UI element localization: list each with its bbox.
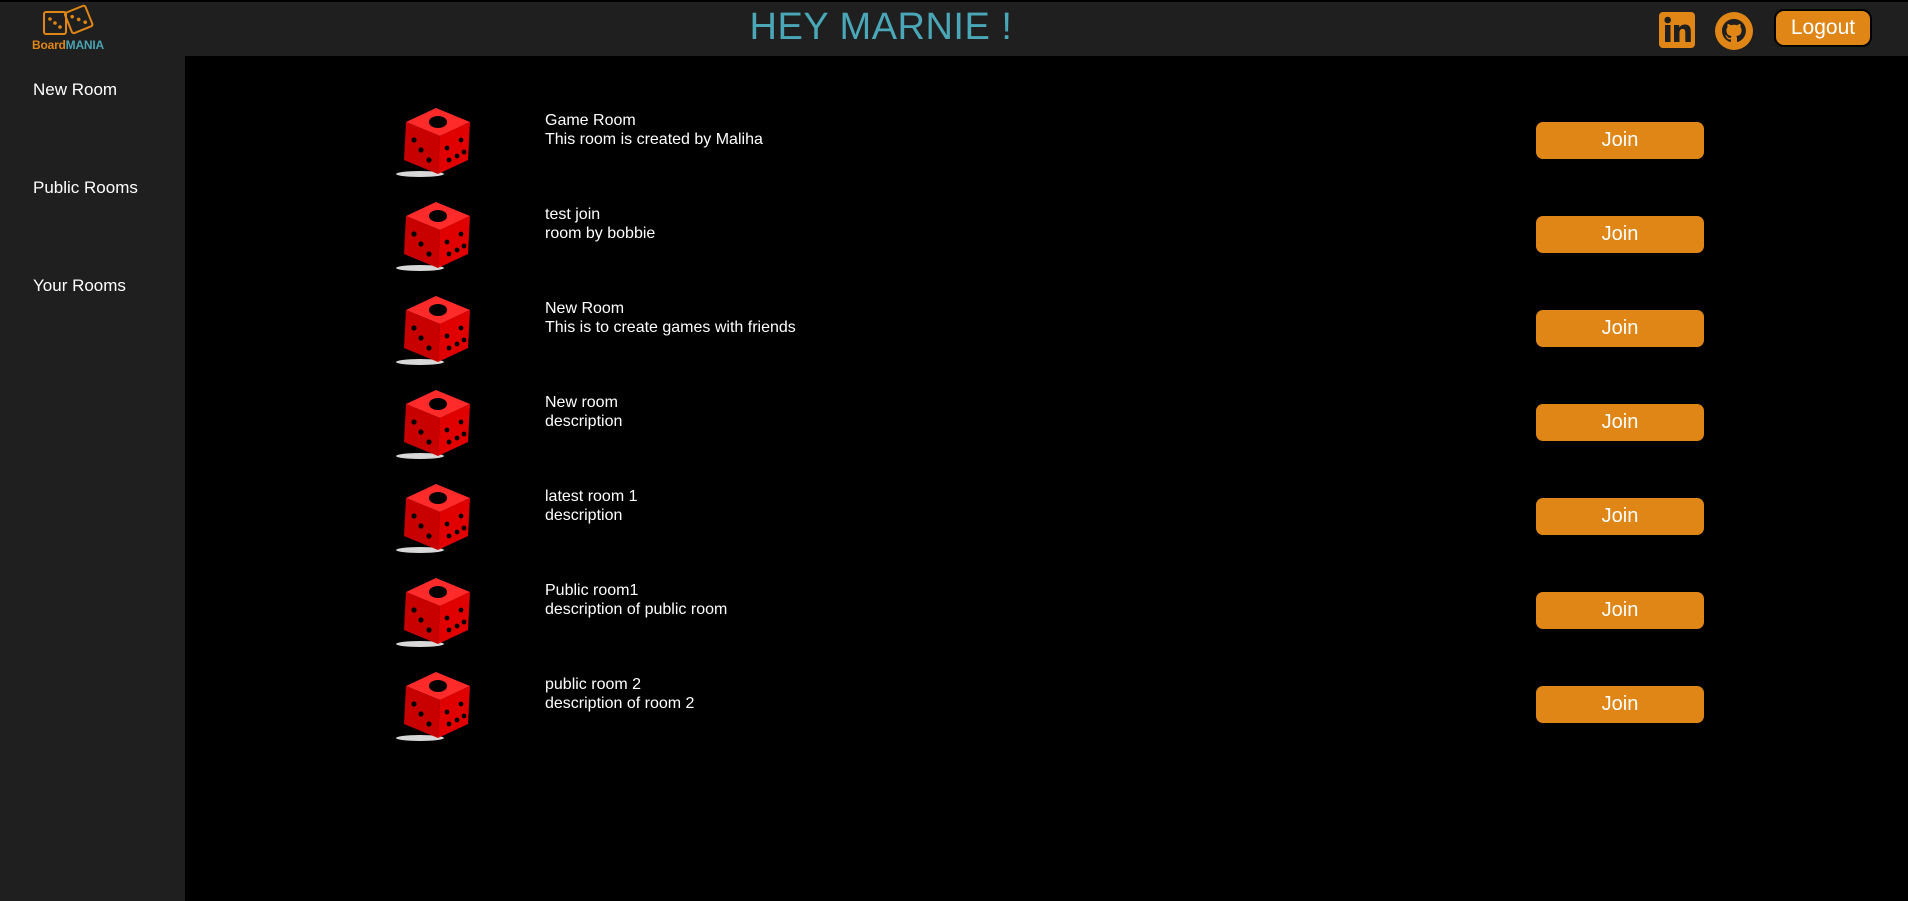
room-description: This is to create games with friends (545, 319, 796, 336)
linkedin-link[interactable] (1658, 11, 1696, 54)
room-description: description of public room (545, 601, 728, 618)
github-link[interactable] (1714, 11, 1754, 56)
room-list-item: New Room This is to create games with fr… (390, 288, 1710, 368)
join-button[interactable]: Join (1536, 122, 1704, 159)
room-list-item: latest room 1 description Join (390, 476, 1710, 556)
room-description: room by bobbie (545, 225, 656, 242)
top-navbar: BoardMANIA HEY MARNIE ! Logout (0, 0, 1908, 56)
room-name: public room 2 (545, 676, 642, 693)
dice-icon (396, 202, 470, 271)
linkedin-icon (1659, 12, 1695, 48)
room-description: description (545, 413, 623, 430)
room-description: description of room 2 (545, 695, 695, 712)
github-icon (1715, 12, 1753, 50)
dice-icon (396, 578, 470, 647)
room-description: This room is created by Maliha (545, 131, 763, 148)
join-button[interactable]: Join (1536, 592, 1704, 629)
greeting-title: HEY MARNIE ! (749, 6, 1013, 48)
room-name: New room (545, 394, 618, 411)
room-name: Public room1 (545, 582, 639, 599)
sidebar-item-new-room[interactable]: New Room (33, 80, 117, 100)
room-list-item: New room description Join (390, 382, 1710, 462)
sidebar-item-your-rooms[interactable]: Your Rooms (33, 276, 126, 296)
room-list-item: test join room by bobbie Join (390, 194, 1710, 274)
sidebar-item-public-rooms[interactable]: Public Rooms (33, 178, 138, 198)
room-name: latest room 1 (545, 488, 638, 505)
logout-button[interactable]: Logout (1774, 9, 1872, 47)
room-list-item: Game Room This room is created by Maliha… (390, 100, 1710, 180)
sidebar: New Room Public Rooms Your Rooms (0, 56, 185, 901)
dice-icon (396, 296, 470, 365)
room-name: Game Room (545, 112, 636, 129)
room-list-item: public room 2 description of room 2 Join (390, 664, 1710, 744)
dice-icon (396, 484, 470, 553)
join-button[interactable]: Join (1536, 404, 1704, 441)
dice-icon (396, 108, 470, 177)
room-description: description (545, 507, 623, 524)
join-button[interactable]: Join (1536, 686, 1704, 723)
dice-icon (396, 672, 470, 741)
room-list-item: Public room1 description of public room … (390, 570, 1710, 650)
join-button[interactable]: Join (1536, 216, 1704, 253)
join-button[interactable]: Join (1536, 310, 1704, 347)
room-name: test join (545, 206, 601, 223)
room-name: New Room (545, 300, 625, 317)
join-button[interactable]: Join (1536, 498, 1704, 535)
dice-icon (396, 390, 470, 459)
